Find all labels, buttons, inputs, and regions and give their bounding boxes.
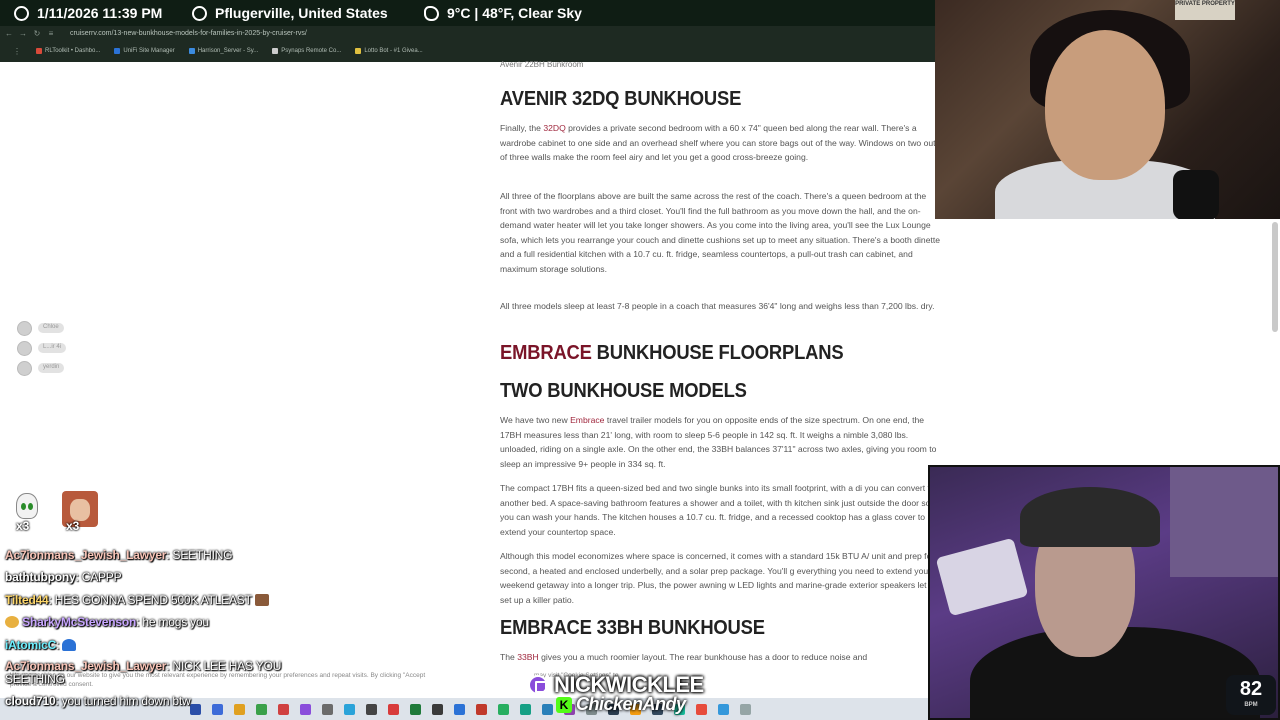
paragraph-5: The compact 17BH fits a queen-sized bed …: [500, 483, 935, 537]
chat-message: iAtomicC:: [5, 638, 305, 660]
location-widget: Pflugerville, United States: [192, 5, 388, 21]
twitch-icon: [528, 675, 548, 695]
paragraph-7: The 33BH gives you a much roomier layout…: [500, 652, 868, 662]
bookmark-3[interactable]: Psynaps Remote Co...: [272, 48, 341, 54]
cap-emote-icon: [62, 638, 77, 651]
wall-sign: PRIVATE PROPERTY: [1175, 0, 1235, 20]
screen: 1/11/2026 11:39 PM Pflugerville, United …: [0, 0, 1280, 720]
kick-icon: K: [556, 696, 572, 713]
heading-embrace-floorplans: EMBRACE BUNKHOUSE FLOORPLANS: [500, 342, 844, 364]
forward-icon[interactable]: →: [18, 29, 28, 38]
back-icon[interactable]: ←: [4, 29, 14, 38]
datetime-text: 1/11/2026 11:39 PM: [37, 5, 163, 21]
user-badge-icon: [5, 616, 19, 629]
clock-icon: [14, 5, 29, 21]
paragraph-6: Although this model economizes where spa…: [500, 551, 943, 605]
apps-icon[interactable]: ⋮: [12, 47, 22, 56]
heading-two-models: TWO BUNKHOUSE MODELS: [500, 380, 747, 402]
paragraph-2: All three of the floorplans above are bu…: [500, 191, 941, 274]
user-row[interactable]: L...ir 4i: [17, 338, 67, 358]
taskbar-app-icon[interactable]: [476, 703, 487, 715]
chat-message: bathtubpony: CAPPP: [5, 570, 122, 585]
link-embrace[interactable]: Embrace: [570, 415, 604, 425]
page-scrollbar[interactable]: [1272, 222, 1278, 332]
bookmarks-bar: ⋮ RLToolkit • Dashbo... UniFi Site Manag…: [0, 44, 423, 58]
paragraph-3: All three models sleep at least 7-8 peop…: [500, 301, 935, 311]
address-row: ← → ↻ ≡ cruiserrv.com/13-new-bunkhouse-m…: [0, 26, 940, 40]
taskbar-app-icon[interactable]: [344, 703, 355, 715]
bookmark-icon: [188, 48, 195, 54]
webcam-streamer: PRIVATE PROPERTY: [935, 0, 1280, 219]
heading-brand-accent: EMBRACE: [500, 342, 592, 364]
guest-cap: [1020, 487, 1160, 547]
bookmark-4[interactable]: Lotto Bot - #1 Givea...: [355, 48, 423, 54]
bookmark-icon: [36, 48, 42, 54]
emote-combo: x3 x3: [12, 491, 98, 533]
taskbar-app-icon[interactable]: [410, 703, 421, 715]
taskbar-app-icon[interactable]: [740, 703, 751, 715]
chat-message: Tilted44: HES GONNA SPEND 500K ATLEAST: [5, 593, 305, 615]
avatar: [17, 360, 32, 376]
address-bar[interactable]: cruiserrv.com/13-new-bunkhouse-models-fo…: [70, 30, 307, 37]
streamer-face: [1045, 30, 1165, 180]
taskbar-app-icon[interactable]: [432, 703, 443, 715]
bookmark-icon: [272, 48, 279, 54]
chat-message: SharkyMcStevenson: he mogs you: [5, 615, 305, 637]
bookmark-icon: [355, 48, 362, 54]
bookmark-0[interactable]: RLToolkit • Dashbo...: [36, 48, 100, 54]
collab-name-2: ChickenAndy: [576, 694, 686, 714]
bookmark-icon: [114, 48, 121, 54]
avatar: [17, 340, 32, 356]
trailer-emote-icon: [254, 593, 269, 606]
chat-message: Ac7ionmans_Jewish_Lawyer: NICK LEE HAS Y…: [5, 658, 282, 686]
collab-names: NICKWICKLEE K ChickenAndy: [528, 672, 704, 715]
site-info-icon[interactable]: ≡: [46, 29, 56, 38]
heart-rate-widget: 82 BPM: [1226, 675, 1276, 715]
taskbar-app-icon[interactable]: [366, 703, 377, 715]
link-33bh[interactable]: 33BH: [517, 652, 539, 662]
guest-background: [1170, 467, 1278, 577]
user-row[interactable]: Chloe: [17, 318, 66, 338]
online-users: Chloe L...ir 4i yerdin: [17, 318, 67, 378]
heading-avenir-32dq: AVENIR 32DQ BUNKHOUSE: [500, 88, 742, 110]
bpm-label: BPM: [1244, 702, 1258, 708]
bpm-value: 82: [1239, 678, 1263, 700]
user-row[interactable]: yerdin: [17, 358, 66, 378]
projector: [935, 537, 1029, 617]
taskbar-app-icon[interactable]: [718, 703, 729, 715]
microphone: [1173, 170, 1219, 219]
avatar: [17, 320, 32, 336]
collab-row-2: K ChickenAndy: [556, 694, 686, 715]
skull-icon: [16, 493, 38, 519]
weather-widget: 9°C | 48°F, Clear Sky: [424, 5, 582, 21]
paragraph-4: We have two new Embrace travel trailer m…: [500, 415, 937, 469]
weather-text: 9°C | 48°F, Clear Sky: [447, 5, 582, 21]
bookmark-1[interactable]: UniFi Site Manager: [114, 48, 175, 54]
bookmark-2[interactable]: Harrison_Server - Sy...: [188, 48, 258, 54]
chat-overlay: Ac7ionmans_Jewish_Lawyer: SEETHING batht…: [5, 548, 305, 716]
datetime-widget: 1/11/2026 11:39 PM: [14, 5, 162, 21]
face-emote: x3: [62, 491, 98, 533]
reload-icon[interactable]: ↻: [32, 29, 42, 38]
chat-message: Ac7ionmans_Jewish_Lawyer: SEETHING: [5, 548, 233, 562]
globe-icon: [192, 5, 207, 21]
taskbar-app-icon[interactable]: [454, 703, 465, 715]
link-32dq[interactable]: 32DQ: [543, 123, 565, 133]
chat-message: cloud710: you turned him down btw: [5, 693, 191, 708]
heading-embrace-33bh: EMBRACE 33BH BUNKHOUSE: [500, 617, 765, 639]
taskbar-app-icon[interactable]: [498, 703, 509, 715]
skull-emote: x3: [12, 491, 42, 533]
location-text: Pflugerville, United States: [215, 5, 388, 21]
taskbar-app-icon[interactable]: [322, 703, 333, 715]
image-caption: Avenir 22BH Bunkroom: [500, 60, 584, 69]
paragraph-1: Finally, the 32DQ provides a private sec…: [500, 123, 936, 162]
weather-icon: [424, 5, 439, 21]
taskbar-app-icon[interactable]: [388, 703, 399, 715]
